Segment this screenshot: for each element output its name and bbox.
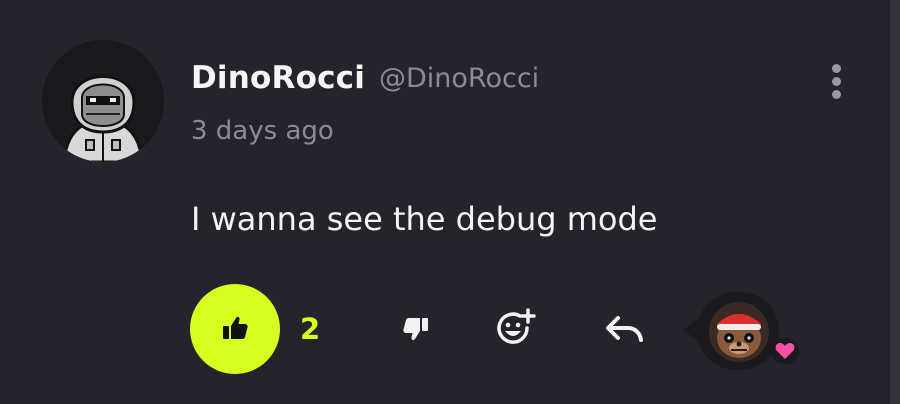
author-avatar[interactable] (42, 40, 164, 162)
author-handle[interactable]: @DinoRocci (379, 63, 539, 94)
creator-avatar (709, 302, 769, 362)
comment-text: I wanna see the debug mode (191, 200, 658, 238)
like-button[interactable] (190, 284, 280, 374)
comment-card: DinoRocci @DinoRocci 3 days ago I wanna … (0, 0, 900, 404)
thumbs-down-icon (403, 318, 428, 341)
reply-button[interactable] (602, 308, 646, 352)
like-count: 2 (300, 312, 321, 346)
dislike-button[interactable] (394, 308, 438, 352)
author-display-name[interactable]: DinoRocci (191, 60, 365, 96)
hooded-character-avatar-image (43, 41, 163, 162)
add-emoji-icon (497, 308, 536, 344)
scrollbar-track[interactable] (890, 0, 900, 404)
animatronic-bear-avatar-image (709, 302, 769, 362)
more-vertical-icon[interactable] (822, 62, 850, 102)
add-emoji-button[interactable] (492, 308, 536, 352)
comment-timestamp: 3 days ago (191, 116, 334, 146)
creator-heart-reaction (683, 292, 807, 374)
heart-icon (775, 342, 795, 359)
thumbs-up-icon (223, 316, 248, 339)
heart-badge (771, 338, 799, 364)
reply-arrow-icon (606, 316, 643, 342)
